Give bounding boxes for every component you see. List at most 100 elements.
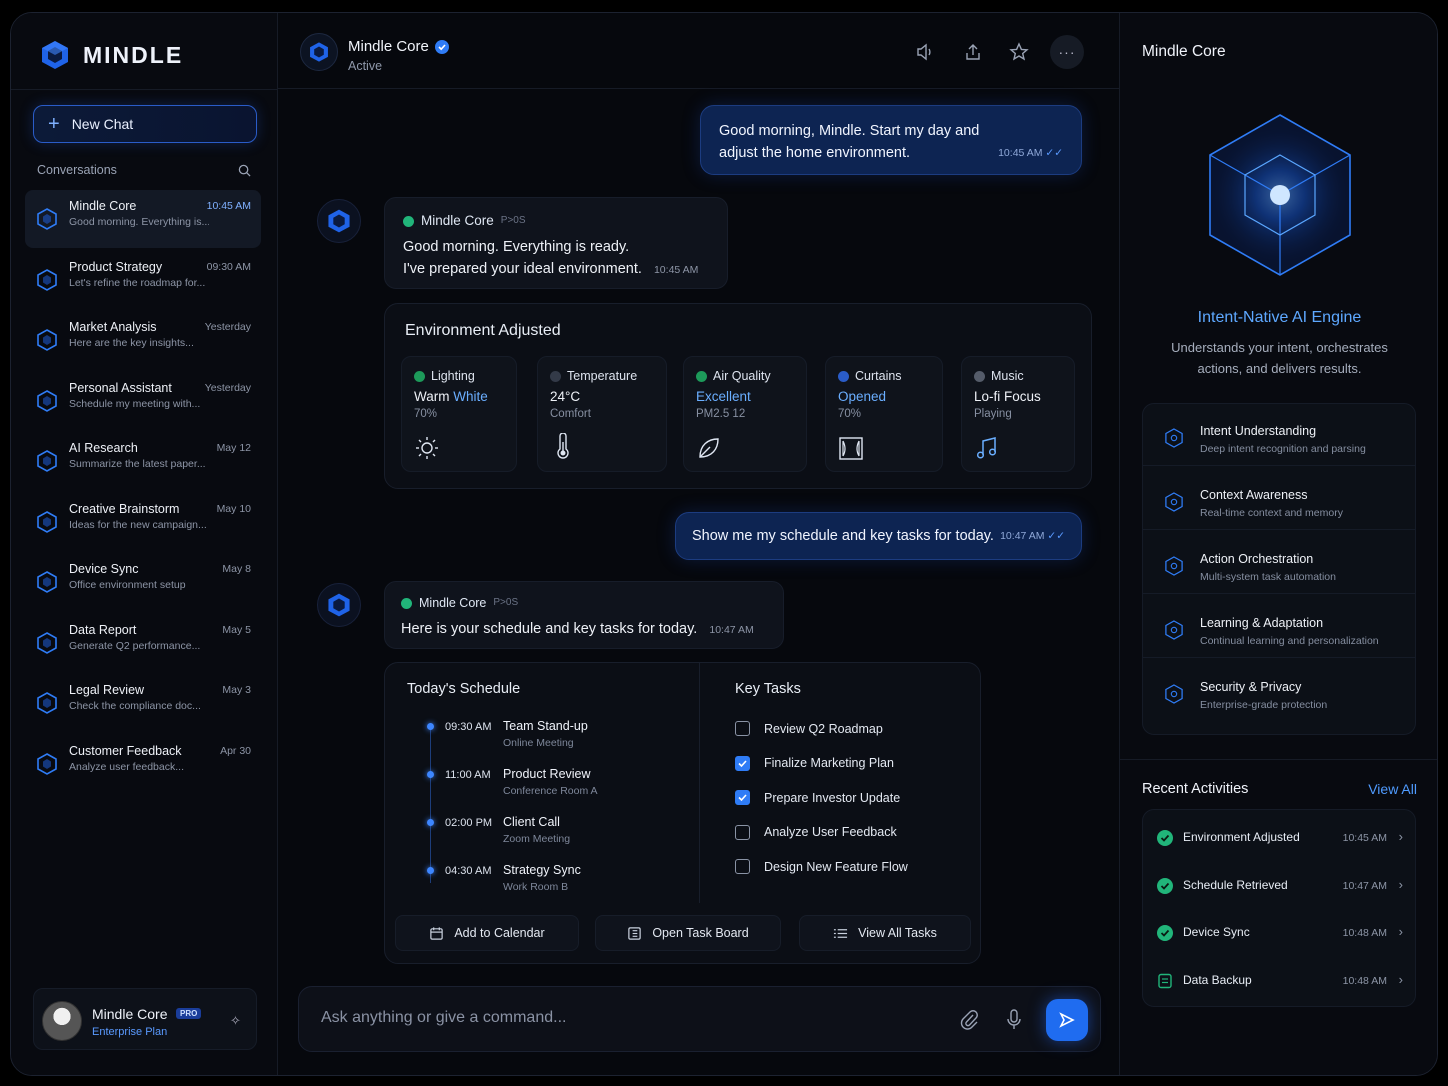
divider xyxy=(11,89,277,90)
shield-icon xyxy=(1165,684,1183,709)
conversation-item[interactable]: Creative Brainstorm Ideas for the new cam… xyxy=(25,493,261,551)
new-chat-button[interactable]: + New Chat xyxy=(33,105,257,143)
engine-title: Intent-Native AI Engine xyxy=(1197,309,1362,326)
conversation-item[interactable]: Mindle Core Good morning. Everything is..… xyxy=(25,190,261,248)
attachment-icon[interactable] xyxy=(959,1009,979,1031)
conversation-time: May 8 xyxy=(222,563,251,575)
schedule-item[interactable]: 02:00 PM Client Call Zoom Meeting xyxy=(405,815,685,859)
schedule-title: Today's Schedule xyxy=(407,681,521,697)
temperature-status-icon xyxy=(550,370,561,382)
chevron-right-icon[interactable]: › xyxy=(1399,972,1403,987)
task-checkbox[interactable] xyxy=(735,721,750,736)
conversation-item[interactable]: Customer Feedback Analyze user feedback..… xyxy=(25,735,261,793)
curtains-tile[interactable]: Curtains Opened 70% xyxy=(825,356,943,472)
conversation-item[interactable]: Device Sync Office environment setup May 8 xyxy=(25,553,261,611)
air-quality-tile[interactable]: Air Quality Excellent PM2.5 12 xyxy=(683,356,807,472)
chevron-right-icon[interactable]: › xyxy=(1399,924,1403,939)
activity-title: Data Backup xyxy=(1183,972,1252,987)
more-button[interactable]: ··· xyxy=(1050,35,1084,69)
task-item[interactable]: Design New Feature Flow xyxy=(735,859,908,874)
check-circle-icon xyxy=(1157,877,1173,899)
conversation-item[interactable]: Market Analysis Here are the key insights… xyxy=(25,311,261,369)
conversation-preview: Good morning. Everything is... xyxy=(69,216,209,228)
task-item[interactable]: Finalize Marketing Plan xyxy=(735,755,894,771)
lighting-tile[interactable]: Lighting Warm White 70% xyxy=(401,356,517,472)
message-text: Good morning. Everything is ready. xyxy=(403,239,630,255)
favorite-button[interactable] xyxy=(1004,37,1034,67)
open-task-board-button[interactable]: Open Task Board xyxy=(595,915,781,951)
conversation-time: 10:45 AM xyxy=(206,200,251,212)
task-item[interactable]: Analyze User Feedback xyxy=(735,824,897,840)
share-icon xyxy=(966,44,980,60)
feature-item[interactable]: Action Orchestration Multi-system task au… xyxy=(1143,532,1415,594)
info-panel: Mindle Core Intent-Native AI Engine Unde… xyxy=(1119,13,1437,1075)
temperature-tile[interactable]: Temperature 24°C Comfort xyxy=(537,356,667,472)
feature-item[interactable]: Learning & Adaptation Continual learning … xyxy=(1143,596,1415,658)
task-checkbox[interactable] xyxy=(735,755,750,771)
chevron-right-icon[interactable]: › xyxy=(1399,877,1403,892)
board-icon xyxy=(628,926,642,940)
bot-avatar xyxy=(317,199,361,243)
read-check-icon: ✓✓ xyxy=(1047,530,1065,542)
chevron-right-icon[interactable]: › xyxy=(1399,829,1403,844)
ai-cube-illustration xyxy=(1209,114,1351,276)
search-icon[interactable] xyxy=(238,164,251,177)
user-profile[interactable]: Mindle Core PRO Enterprise Plan ✧ xyxy=(33,988,257,1050)
message-text: Here is your schedule and key tasks for … xyxy=(401,621,754,637)
feature-item[interactable]: Context Awareness Real-time context and m… xyxy=(1143,468,1415,530)
activity-item[interactable]: Device Sync 10:48 AM › xyxy=(1143,909,1415,957)
timeline-dot xyxy=(427,723,434,730)
conversation-item[interactable]: Product Strategy Let's refine the roadmap… xyxy=(25,251,261,309)
conversation-icon xyxy=(37,510,57,538)
user-message: Show me my schedule and key tasks for to… xyxy=(675,512,1082,560)
activity-time: 10:48 AM xyxy=(1342,927,1387,939)
activity-item[interactable]: Environment Adjusted 10:45 AM › xyxy=(1143,814,1415,862)
sparkle-icon[interactable]: ✧ xyxy=(230,1013,241,1029)
task-label: Review Q2 Roadmap xyxy=(764,721,883,736)
task-item[interactable]: Prepare Investor Update xyxy=(735,790,900,805)
conversation-item[interactable]: Legal Review Check the compliance doc... M… xyxy=(25,674,261,732)
database-icon xyxy=(1157,973,1173,994)
timeline-dot xyxy=(427,819,434,826)
microphone-icon[interactable] xyxy=(1005,1008,1023,1032)
feature-item[interactable]: Security & Privacy Enterprise-grade prote… xyxy=(1143,660,1415,722)
music-tile[interactable]: Music Lo-fi Focus Playing xyxy=(961,356,1075,472)
thermometer-icon xyxy=(557,433,569,459)
schedule-section: Today's Schedule 09:30 AM Team Stand-up On… xyxy=(385,663,700,903)
message-input[interactable]: Ask anything or give a command... xyxy=(298,986,1101,1052)
conversation-item[interactable]: Personal Assistant Schedule my meeting wi… xyxy=(25,372,261,430)
task-checkbox[interactable] xyxy=(735,824,750,840)
conversation-time: May 3 xyxy=(222,684,251,696)
conversation-item[interactable]: AI Research Summarize the latest paper...… xyxy=(25,432,261,490)
message-time: 10:47 AM ✓✓ xyxy=(1000,530,1065,542)
leaf-icon xyxy=(699,438,719,458)
speaker-button[interactable] xyxy=(910,37,940,67)
conversation-time: Yesterday xyxy=(204,381,251,394)
brand[interactable]: MINDLE xyxy=(39,39,183,71)
view-all-tasks-button[interactable]: View All Tasks xyxy=(799,915,971,951)
schedule-item[interactable]: 11:00 AM Product Review Conference Room A xyxy=(405,767,685,811)
conversation-preview: Here are the key insights... xyxy=(69,337,194,349)
share-button[interactable] xyxy=(958,37,988,67)
task-checkbox[interactable] xyxy=(735,790,750,805)
conversation-icon xyxy=(37,510,57,533)
activity-item[interactable]: Data Backup 10:48 AM › xyxy=(1143,957,1415,1005)
environment-card: Environment Adjusted Lighting Warm White… xyxy=(384,303,1092,489)
task-checkbox[interactable] xyxy=(735,859,750,874)
feature-item[interactable]: Intent Understanding Deep intent recognit… xyxy=(1143,404,1415,466)
activity-item[interactable]: Schedule Retrieved 10:47 AM › xyxy=(1143,862,1415,910)
schedule-item[interactable]: 09:30 AM Team Stand-up Online Meeting xyxy=(405,719,685,763)
task-item[interactable]: Review Q2 Roadmap xyxy=(735,721,883,736)
check-icon xyxy=(738,794,747,802)
brand-name: MINDLE xyxy=(83,41,184,68)
feature-description: Continual learning and personalization xyxy=(1200,635,1379,647)
conversation-preview: Check the compliance doc... xyxy=(69,700,201,712)
conversation-time: May 10 xyxy=(216,502,251,515)
add-to-calendar-button[interactable]: Add to Calendar xyxy=(395,915,579,951)
view-all-link[interactable]: View All xyxy=(1368,781,1417,797)
schedule-title: Product Review xyxy=(503,767,591,781)
conversation-item[interactable]: Data Report Generate Q2 performance... May… xyxy=(25,614,261,672)
send-button[interactable] xyxy=(1046,999,1088,1041)
hexagon-logo-icon xyxy=(310,42,328,62)
schedule-item[interactable]: 04:30 AM Strategy Sync Work Room B xyxy=(405,863,685,907)
